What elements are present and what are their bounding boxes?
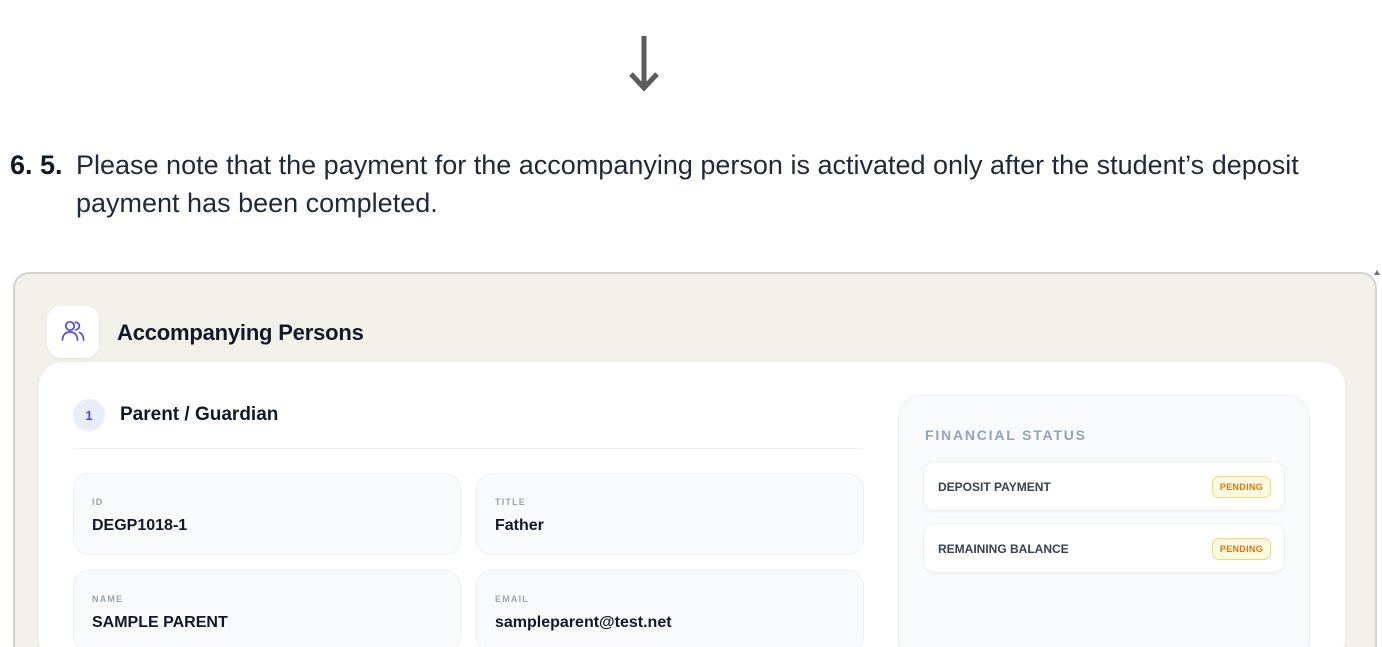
person-title: Parent / Guardian	[120, 404, 279, 425]
id-label: ID	[92, 497, 104, 507]
id-value: DEGP1018-1	[92, 517, 188, 534]
email-label: EMAIL	[495, 594, 529, 604]
deposit-payment-row: DEPOSIT PAYMENT PENDING	[923, 461, 1285, 511]
section-title: Accompanying Persons	[117, 320, 364, 345]
remaining-balance-label: REMAINING BALANCE	[938, 542, 1069, 556]
step-text: Please note that the payment for the acc…	[76, 150, 1299, 218]
remaining-balance-row: REMAINING BALANCE PENDING	[923, 523, 1285, 573]
deposit-payment-label: DEPOSIT PAYMENT	[938, 480, 1051, 494]
title-value: Father	[495, 517, 544, 534]
email-field: EMAIL sampleparent@test.net	[476, 570, 864, 647]
step-number: 6. 5.	[10, 150, 63, 180]
users-icon	[47, 306, 99, 358]
id-field: ID DEGP1018-1	[73, 473, 461, 555]
email-value: sampleparent@test.net	[495, 614, 672, 631]
name-value: SAMPLE PARENT	[92, 614, 228, 631]
tutorial-page: 6. 5. Please note that the payment for t…	[0, 0, 1382, 647]
financial-status-title: FINANCIAL STATUS	[925, 427, 1087, 443]
name-field: NAME SAMPLE PARENT	[73, 570, 461, 647]
status-badge: PENDING	[1211, 538, 1271, 560]
person-index-badge: 1	[73, 399, 105, 431]
status-badge: PENDING	[1211, 476, 1271, 498]
arrow-down-icon	[629, 36, 659, 92]
title-field: TITLE Father	[476, 473, 864, 555]
title-label: TITLE	[495, 497, 526, 507]
divider	[73, 448, 863, 449]
name-label: NAME	[92, 594, 124, 604]
scroll-up-caret-icon[interactable]	[1374, 270, 1380, 275]
